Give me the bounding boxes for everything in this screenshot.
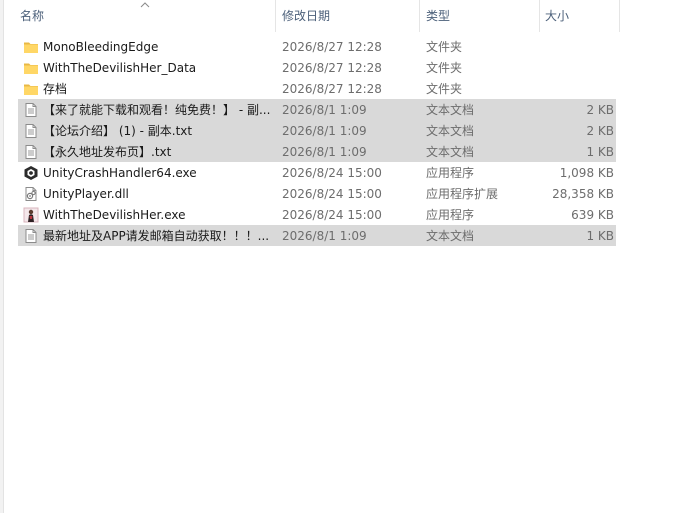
file-type: 文件夹 xyxy=(426,61,463,75)
file-modified-date: 2026/8/27 12:28 xyxy=(282,82,382,96)
file-name: MonoBleedingEdge xyxy=(43,40,159,54)
file-type: 文件夹 xyxy=(426,40,463,54)
unity-app-icon xyxy=(23,165,39,181)
text-document-icon xyxy=(23,228,39,244)
file-type: 文本文档 xyxy=(426,229,475,243)
file-row[interactable]: WithTheDevilishHer_Data 2026/8/27 12:28 文件… xyxy=(18,57,616,78)
file-type: 文件夹 xyxy=(426,82,463,96)
column-header-date[interactable]: 修改日期 xyxy=(282,0,330,32)
file-type: 应用程序扩展 xyxy=(426,187,499,201)
column-header-name[interactable]: 名称 xyxy=(20,0,44,32)
text-document-icon xyxy=(23,102,39,118)
file-row[interactable]: 【论坛介绍】 (1) - 副本.txt 2026/8/1 1:09 文本文档 2 KB xyxy=(18,120,616,141)
column-divider[interactable] xyxy=(275,0,276,32)
file-name: 存档 xyxy=(43,82,68,96)
file-row[interactable]: UnityPlayer.dll 2026/8/24 15:00 应用程序扩展 28,3… xyxy=(18,183,616,204)
file-modified-date: 2026/8/1 1:09 xyxy=(282,145,367,159)
sort-ascending-icon xyxy=(140,2,150,8)
column-header-size[interactable]: 大小 xyxy=(545,0,569,32)
file-row[interactable]: 【永久地址发布页】.txt 2026/8/1 1:09 文本文档 1 KB xyxy=(18,141,616,162)
file-modified-date: 2026/8/24 15:00 xyxy=(282,208,382,222)
file-list: MonoBleedingEdge 2026/8/27 12:28 文件夹 WithTh… xyxy=(18,36,616,246)
file-name: WithTheDevilishHer.exe xyxy=(43,208,186,222)
file-row[interactable]: UnityCrashHandler64.exe 2026/8/24 15:00 应用… xyxy=(18,162,616,183)
folder-icon xyxy=(23,39,39,55)
file-type: 文本文档 xyxy=(426,103,475,117)
file-name: 【论坛介绍】 (1) - 副本.txt xyxy=(43,124,193,138)
file-modified-date: 2026/8/1 1:09 xyxy=(282,229,367,243)
column-header-bar: 名称 修改日期 类型 大小 xyxy=(14,0,620,32)
file-type: 文本文档 xyxy=(426,145,475,159)
file-type: 文本文档 xyxy=(426,124,475,138)
file-name: WithTheDevilishHer_Data xyxy=(43,61,197,75)
file-size: 1 KB xyxy=(586,145,614,159)
folder-icon xyxy=(23,81,39,97)
file-name: UnityCrashHandler64.exe xyxy=(43,166,197,180)
file-row[interactable]: WithTheDevilishHer.exe 2026/8/24 15:00 应用程… xyxy=(18,204,616,225)
file-modified-date: 2026/8/24 15:00 xyxy=(282,166,382,180)
file-size: 2 KB xyxy=(586,124,614,138)
file-modified-date: 2026/8/27 12:28 xyxy=(282,40,382,54)
navigation-pane-edge xyxy=(0,0,4,513)
file-name: 最新地址及APP请发邮箱自动获取！！！... xyxy=(43,229,270,243)
file-name: UnityPlayer.dll xyxy=(43,187,129,201)
file-explorer-window: 名称 修改日期 类型 大小 MonoBleedingEdge 2026/8/27 … xyxy=(0,0,694,513)
file-name: 【来了就能下载和观看！纯免费！】 - 副... xyxy=(43,103,271,117)
file-modified-date: 2026/8/24 15:00 xyxy=(282,187,382,201)
file-row[interactable]: 最新地址及APP请发邮箱自动获取！！！... 2026/8/1 1:09 文本文档 1… xyxy=(18,225,616,246)
file-row[interactable]: 存档 2026/8/27 12:28 文件夹 xyxy=(18,78,616,99)
column-header-type[interactable]: 类型 xyxy=(426,0,450,32)
file-modified-date: 2026/8/27 12:28 xyxy=(282,61,382,75)
text-document-icon xyxy=(23,144,39,160)
dll-file-icon xyxy=(23,186,39,202)
game-exe-icon xyxy=(23,207,39,223)
file-size: 28,358 KB xyxy=(552,187,614,201)
file-size: 2 KB xyxy=(586,103,614,117)
file-row[interactable]: MonoBleedingEdge 2026/8/27 12:28 文件夹 xyxy=(18,36,616,57)
file-name: 【永久地址发布页】.txt xyxy=(43,145,172,159)
column-divider[interactable] xyxy=(619,0,620,32)
folder-icon xyxy=(23,60,39,76)
text-document-icon xyxy=(23,123,39,139)
column-divider[interactable] xyxy=(539,0,540,32)
file-modified-date: 2026/8/1 1:09 xyxy=(282,124,367,138)
file-size: 1,098 KB xyxy=(559,166,614,180)
file-type: 应用程序 xyxy=(426,208,475,222)
file-type: 应用程序 xyxy=(426,166,475,180)
file-row[interactable]: 【来了就能下载和观看！纯免费！】 - 副... 2026/8/1 1:09 文本文档… xyxy=(18,99,616,120)
file-modified-date: 2026/8/1 1:09 xyxy=(282,103,367,117)
file-size: 1 KB xyxy=(586,229,614,243)
file-size: 639 KB xyxy=(571,208,614,222)
column-divider[interactable] xyxy=(419,0,420,32)
